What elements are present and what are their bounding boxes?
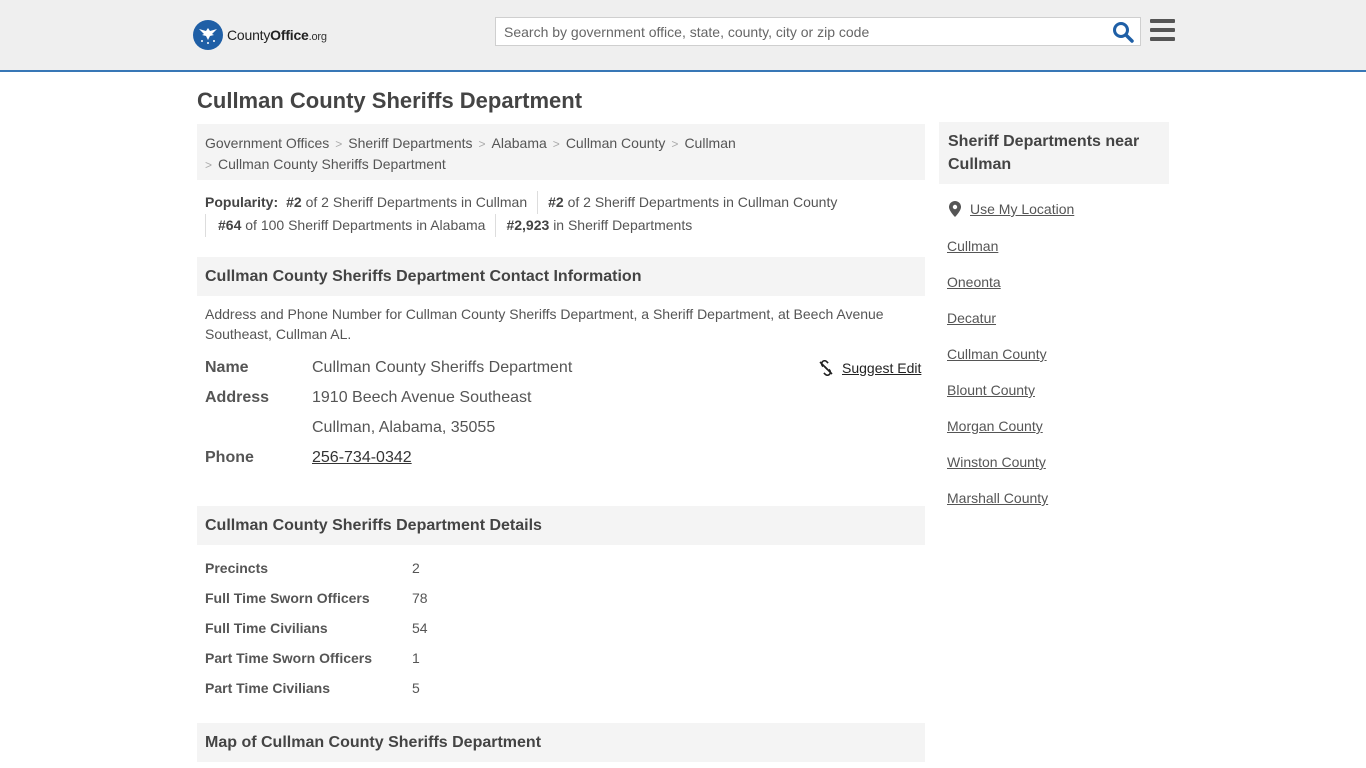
sidebar-link-cullman-county[interactable]: Cullman County <box>947 346 1047 362</box>
detail-label: Part Time Sworn Officers <box>205 650 373 666</box>
search-box <box>495 17 1141 46</box>
chevron-right-icon: > <box>335 137 343 151</box>
chevron-right-icon: > <box>205 158 213 172</box>
chevron-right-icon: > <box>552 137 560 151</box>
detail-value: 54 <box>412 620 428 636</box>
name-label: Name <box>205 359 249 376</box>
address-line1: 1910 Beech Avenue Southeast <box>312 389 532 406</box>
search-icon[interactable] <box>1112 21 1134 43</box>
contact-description: Address and Phone Number for Cullman Cou… <box>205 306 884 342</box>
use-location: Use My Location <box>949 201 1074 217</box>
sidebar-link-decatur[interactable]: Decatur <box>947 310 996 326</box>
site-logo[interactable]: CountyOffice.org <box>193 20 327 50</box>
name-value: Cullman County Sheriffs Department <box>312 359 573 376</box>
detail-value: 78 <box>412 590 428 606</box>
detail-value: 1 <box>412 650 420 666</box>
breadcrumb-government-offices[interactable]: Government Offices <box>205 135 329 151</box>
breadcrumb: Government Offices > Sheriff Departments > A… <box>197 124 925 180</box>
popularity-item: #2 of 2 Sheriff Departments in Cullman C… <box>537 191 847 214</box>
detail-value: 2 <box>412 560 420 576</box>
popularity-row: #64 of 100 Sheriff Departments in Alabam… <box>205 214 925 237</box>
breadcrumb-current: Cullman County Sheriffs Department <box>218 156 446 172</box>
broken-link-icon <box>819 360 833 376</box>
popularity-label: Popularity: <box>205 194 279 210</box>
breadcrumb-sheriff-departments[interactable]: Sheriff Departments <box>348 135 472 151</box>
phone-link[interactable]: 256-734-0342 <box>312 449 412 467</box>
sidebar-link-marshall-county[interactable]: Marshall County <box>947 490 1048 506</box>
use-location-link[interactable]: Use My Location <box>970 201 1074 217</box>
detail-label: Full Time Sworn Officers <box>205 590 370 606</box>
popularity: Popularity: #2 of 2 Sheriff Departments i… <box>205 191 925 237</box>
detail-label: Part Time Civilians <box>205 680 331 696</box>
map-heading: Map of Cullman County Sheriffs Departmen… <box>197 723 925 762</box>
suggest-edit-label: Suggest Edit <box>842 360 922 376</box>
hamburger-menu-icon[interactable] <box>1150 19 1175 41</box>
chevron-right-icon: > <box>478 137 486 151</box>
sidebar-link-morgan-county[interactable]: Morgan County <box>947 418 1043 434</box>
popularity-item: #64 of 100 Sheriff Departments in Alabam… <box>205 214 495 237</box>
suggest-edit-link[interactable]: Suggest Edit <box>818 360 921 376</box>
phone-label: Phone <box>205 449 254 466</box>
detail-label: Precincts <box>205 560 269 576</box>
sidebar-link-oneonta[interactable]: Oneonta <box>947 274 1001 290</box>
popularity-item: #2 of 2 Sheriff Departments in Cullman <box>286 194 528 210</box>
details-heading: Cullman County Sheriffs Department Detai… <box>197 506 925 545</box>
sidebar-link-winston-county[interactable]: Winston County <box>947 454 1046 470</box>
sidebar-link-blount-county[interactable]: Blount County <box>947 382 1035 398</box>
detail-value: 5 <box>412 680 420 696</box>
popularity-item: #2,923 in Sheriff Departments <box>495 214 702 237</box>
popularity-row: Popularity: #2 of 2 Sheriff Departments i… <box>205 191 925 214</box>
sidebar-heading: Sheriff Departments near Cullman <box>939 122 1169 184</box>
detail-label: Full Time Civilians <box>205 620 328 636</box>
contact-heading: Cullman County Sheriffs Department Conta… <box>197 257 925 296</box>
search-input[interactable] <box>496 18 1096 45</box>
breadcrumb-cullman[interactable]: Cullman <box>684 135 735 151</box>
page-title: Cullman County Sheriffs Department <box>197 88 583 113</box>
breadcrumb-cullman-county[interactable]: Cullman County <box>566 135 666 151</box>
map-pin-icon <box>949 201 961 217</box>
sidebar-link-cullman[interactable]: Cullman <box>947 238 998 254</box>
address-label: Address <box>205 389 270 406</box>
site-header: CountyOffice.org <box>0 0 1366 72</box>
breadcrumb-alabama[interactable]: Alabama <box>492 135 547 151</box>
logo-text: CountyOffice.org <box>227 27 327 43</box>
eagle-seal-icon <box>193 20 223 50</box>
chevron-right-icon: > <box>671 137 679 151</box>
address-line2: Cullman, Alabama, 35055 <box>312 419 496 436</box>
